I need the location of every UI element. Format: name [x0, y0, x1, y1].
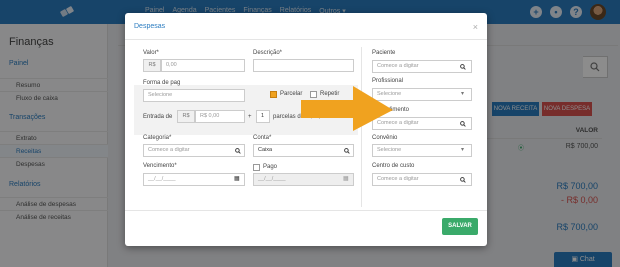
vencimento-input[interactable]: __/__/____ [143, 173, 245, 186]
plus-sign: + [248, 114, 252, 120]
paciente-input[interactable]: Comece a digitar [372, 60, 472, 73]
forma-pagamento-label: Forma de pag [143, 80, 181, 86]
divider [125, 39, 487, 40]
paciente-label: Paciente [372, 50, 396, 56]
save-button[interactable]: SALVAR [442, 218, 478, 235]
valor-input[interactable]: 0,00 [161, 59, 245, 72]
parcelar-checkbox[interactable] [270, 91, 277, 98]
convenio-label: Convênio [372, 135, 398, 141]
forma-pagamento-select[interactable]: Selecione [143, 89, 245, 102]
descricao-label: Descrição* [253, 50, 283, 56]
entrada-label: Entrada de [143, 114, 173, 120]
currency-prefix: R$ [143, 59, 161, 72]
search-icon [235, 148, 241, 154]
pago-date-input[interactable]: __/__/____ [253, 173, 354, 186]
chevron-down-icon: ▾ [461, 91, 465, 97]
search-icon [344, 148, 350, 154]
modal-title: Despesas [134, 23, 166, 30]
search-icon [460, 64, 466, 70]
divider [125, 210, 487, 211]
pago-checkbox[interactable] [253, 164, 260, 171]
close-icon[interactable]: × [473, 22, 478, 32]
entrada-input[interactable]: R$ 0,00 [195, 110, 245, 123]
centro-custo-input[interactable]: Comece a digitar [372, 173, 472, 186]
annotation-arrow-icon [301, 86, 393, 131]
chevron-down-icon: ▾ [461, 147, 465, 153]
categoria-input[interactable]: Comece a digitar [143, 144, 245, 157]
parcelas-input[interactable]: 1 [256, 110, 270, 123]
search-icon [460, 121, 466, 127]
search-icon [460, 177, 466, 183]
calendar-icon[interactable]: ▦ [343, 175, 349, 182]
calendar-icon[interactable]: ▦ [234, 175, 240, 182]
descricao-input[interactable] [253, 59, 354, 72]
convenio-select[interactable]: Selecione [372, 144, 472, 157]
centro-custo-label: Centro de custo [372, 163, 415, 169]
categoria-label: Categoria* [143, 135, 172, 141]
pago-label: Pago [263, 164, 278, 170]
valor-label: Valor* [143, 50, 159, 56]
despesas-modal: Despesas × Valor* R$ 0,00 Descrição* For… [125, 13, 487, 246]
entrada-currency-prefix: R$ [177, 110, 195, 123]
vencimento-label: Vencimento* [143, 163, 177, 169]
parcelar-label: Parcelar [280, 91, 303, 97]
conta-label: Conta* [253, 135, 272, 141]
conta-input[interactable]: Caixa [253, 144, 354, 157]
